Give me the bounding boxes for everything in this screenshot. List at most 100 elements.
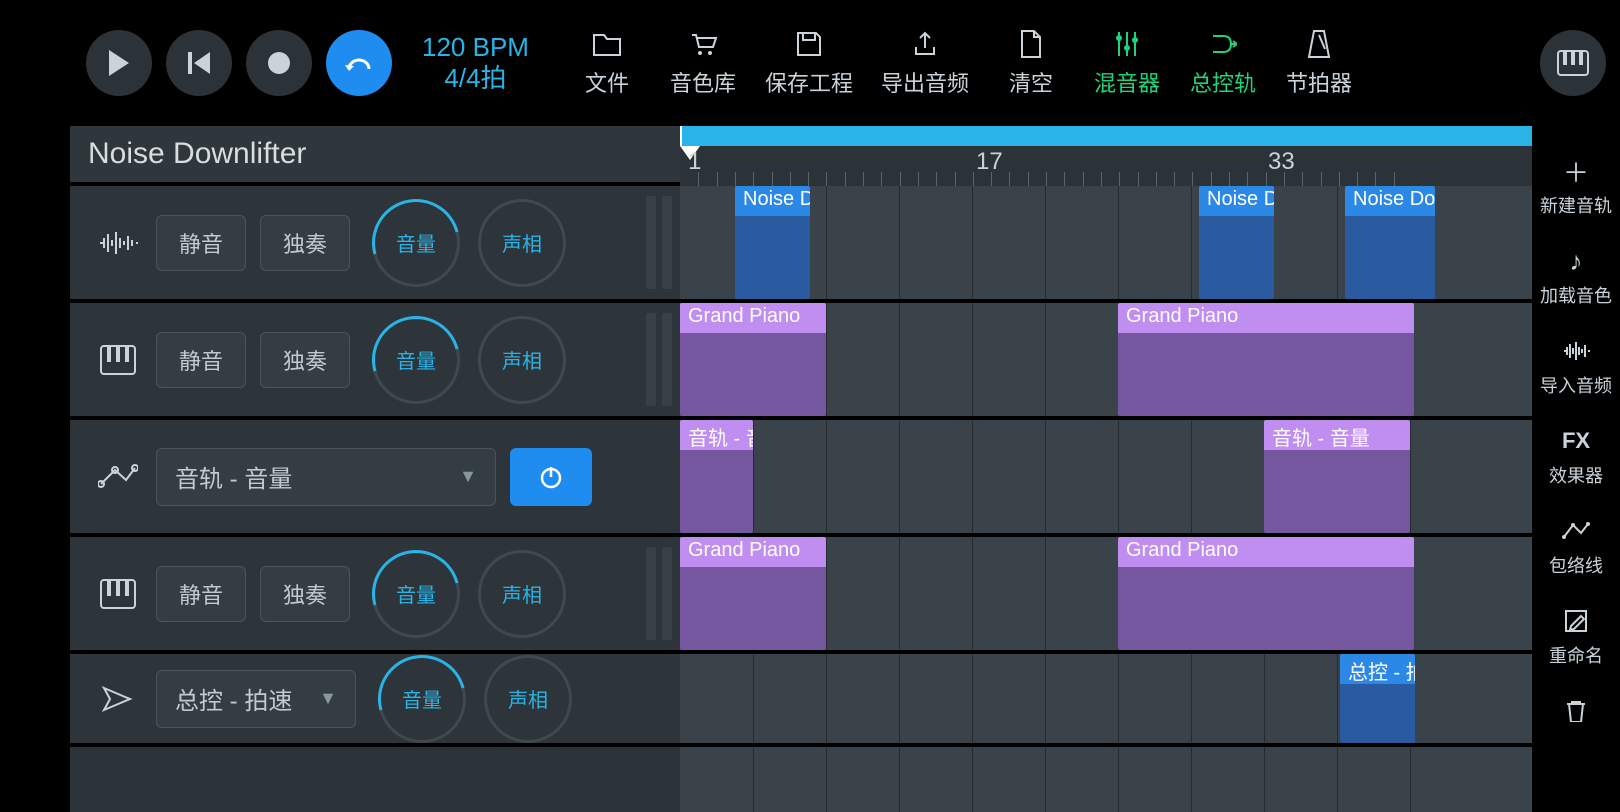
pan-knob[interactable]: 声相 xyxy=(478,199,566,287)
solo-button[interactable]: 独奏 xyxy=(260,332,350,388)
send-icon xyxy=(94,684,142,714)
timeline-area[interactable]: 1 17 33 Noise D Noise D Noise Do xyxy=(680,126,1620,812)
rewind-button[interactable] xyxy=(166,30,232,96)
track-row-automation[interactable]: 音轨 - 音量 ▼ xyxy=(70,420,680,537)
menu-file[interactable]: 文件 xyxy=(573,28,641,98)
track-row-piano-2[interactable]: 静音 独奏 音量 声相 xyxy=(70,537,680,654)
lane-automation[interactable]: 音轨 - 音 音轨 - 音量 xyxy=(680,420,1620,537)
automation-power-button[interactable] xyxy=(510,448,592,506)
loop-region[interactable] xyxy=(680,126,1596,146)
clip-noise-2[interactable]: Noise D xyxy=(1199,186,1274,299)
solo-button[interactable]: 独奏 xyxy=(260,566,350,622)
clip-master[interactable]: 总控 - 拍 xyxy=(1340,654,1415,743)
waveform-icon xyxy=(1561,336,1591,366)
save-icon xyxy=(793,28,825,60)
pan-knob[interactable]: 声相 xyxy=(478,316,566,404)
chevron-down-icon: ▼ xyxy=(319,688,337,709)
timeline-ruler[interactable]: 1 17 33 xyxy=(680,126,1620,186)
loop-icon xyxy=(344,51,374,75)
pan-knob[interactable]: 声相 xyxy=(478,550,566,638)
time-signature: 4/4拍 xyxy=(444,63,506,94)
metronome-icon xyxy=(1303,28,1335,60)
solo-button[interactable]: 独奏 xyxy=(260,215,350,271)
power-icon xyxy=(539,465,563,489)
clip-noise-1[interactable]: Noise D xyxy=(735,186,810,299)
cart-icon xyxy=(687,28,719,60)
lane-audio[interactable]: Noise D Noise D Noise Do xyxy=(680,186,1620,303)
clip-piano-2b[interactable]: Grand Piano xyxy=(1118,537,1414,650)
automation-icon xyxy=(94,462,142,492)
ruler-marker-1: 1 xyxy=(688,148,701,176)
menu-clear[interactable]: 清空 xyxy=(997,28,1065,98)
record-icon xyxy=(267,51,291,75)
bpm-value: 120 BPM xyxy=(422,32,529,63)
side-rename[interactable]: 重命名 xyxy=(1549,606,1603,668)
menu-save[interactable]: 保存工程 xyxy=(765,28,853,98)
edit-icon xyxy=(1561,606,1591,636)
clip-auto-b[interactable]: 音轨 - 音量 xyxy=(1264,420,1410,533)
side-import-audio[interactable]: 导入音频 xyxy=(1540,336,1612,398)
chevron-down-icon: ▼ xyxy=(459,466,477,487)
menu-master[interactable]: 总控轨 xyxy=(1189,28,1257,98)
clip-auto-a[interactable]: 音轨 - 音 xyxy=(680,420,753,533)
drag-handle[interactable] xyxy=(646,313,676,406)
clip-piano-1b[interactable]: Grand Piano xyxy=(1118,303,1414,416)
mute-button[interactable]: 静音 xyxy=(156,215,246,271)
drag-handle[interactable] xyxy=(646,547,676,640)
side-new-track[interactable]: ＋ 新建音轨 xyxy=(1540,156,1612,218)
volume-knob[interactable]: 音量 xyxy=(372,316,460,404)
side-envelope[interactable]: 包络线 xyxy=(1549,516,1603,578)
note-icon: ♪ xyxy=(1561,246,1591,276)
play-icon xyxy=(107,50,131,76)
envelope-icon xyxy=(1561,516,1591,546)
sliders-icon xyxy=(1111,28,1143,60)
tempo-display[interactable]: 120 BPM 4/4拍 xyxy=(422,32,529,94)
skip-start-icon xyxy=(186,50,212,76)
menu-library[interactable]: 音色库 xyxy=(669,28,737,98)
fx-icon: FX xyxy=(1561,426,1591,456)
waveform-icon xyxy=(94,228,142,258)
lane-piano-2[interactable]: Grand Piano Grand Piano xyxy=(680,537,1620,654)
track-row-master[interactable]: 总控 - 拍速 ▼ 音量 声相 xyxy=(70,654,680,747)
plus-icon: ＋ xyxy=(1561,156,1591,186)
track-panel: Noise Downlifter 静音 独奏 音量 声相 静音 独奏 音量 声相 xyxy=(70,126,680,812)
trash-icon xyxy=(1561,696,1591,726)
folder-icon xyxy=(591,28,623,60)
main-menu: 文件 音色库 保存工程 导出音频 清空 混音器 xyxy=(573,28,1353,98)
right-sidebar: ＋ 新建音轨 ♪ 加载音色 导入音频 FX 效果器 包络线 重命名 xyxy=(1532,126,1620,812)
lane-piano-1[interactable]: Grand Piano Grand Piano xyxy=(680,303,1620,420)
drag-handle[interactable] xyxy=(646,196,676,289)
mute-button[interactable]: 静音 xyxy=(156,332,246,388)
side-delete[interactable] xyxy=(1561,696,1591,726)
loop-button[interactable] xyxy=(326,30,392,96)
piano-icon xyxy=(94,345,142,375)
master-dropdown[interactable]: 总控 - 拍速 ▼ xyxy=(156,670,356,728)
track-row-audio[interactable]: 静音 独奏 音量 声相 xyxy=(70,186,680,303)
side-fx[interactable]: FX 效果器 xyxy=(1549,426,1603,488)
volume-knob[interactable]: 音量 xyxy=(372,199,460,287)
ruler-marker-33: 33 xyxy=(1268,148,1295,176)
track-row-piano-1[interactable]: 静音 独奏 音量 声相 xyxy=(70,303,680,420)
record-button[interactable] xyxy=(246,30,312,96)
menu-metronome[interactable]: 节拍器 xyxy=(1285,28,1353,98)
lane-master[interactable]: 总控 - 拍 xyxy=(680,654,1620,747)
clip-piano-1a[interactable]: Grand Piano xyxy=(680,303,826,416)
piano-icon xyxy=(1557,50,1589,76)
top-toolbar: 120 BPM 4/4拍 文件 音色库 保存工程 导出音频 清空 xyxy=(70,0,1620,126)
automation-dropdown[interactable]: 音轨 - 音量 ▼ xyxy=(156,448,496,506)
pan-knob[interactable]: 声相 xyxy=(484,655,572,743)
play-button[interactable] xyxy=(86,30,152,96)
document-icon xyxy=(1015,28,1047,60)
ruler-marker-17: 17 xyxy=(976,148,1003,176)
menu-mixer[interactable]: 混音器 xyxy=(1093,28,1161,98)
clip-noise-3[interactable]: Noise Do xyxy=(1345,186,1435,299)
keyboard-view-button[interactable] xyxy=(1540,30,1606,96)
clip-piano-2a[interactable]: Grand Piano xyxy=(680,537,826,650)
menu-export[interactable]: 导出音频 xyxy=(881,28,969,98)
piano-icon xyxy=(94,579,142,609)
volume-knob[interactable]: 音量 xyxy=(372,550,460,638)
side-load-sound[interactable]: ♪ 加载音色 xyxy=(1540,246,1612,308)
volume-knob[interactable]: 音量 xyxy=(378,655,466,743)
mute-button[interactable]: 静音 xyxy=(156,566,246,622)
merge-icon xyxy=(1207,28,1239,60)
